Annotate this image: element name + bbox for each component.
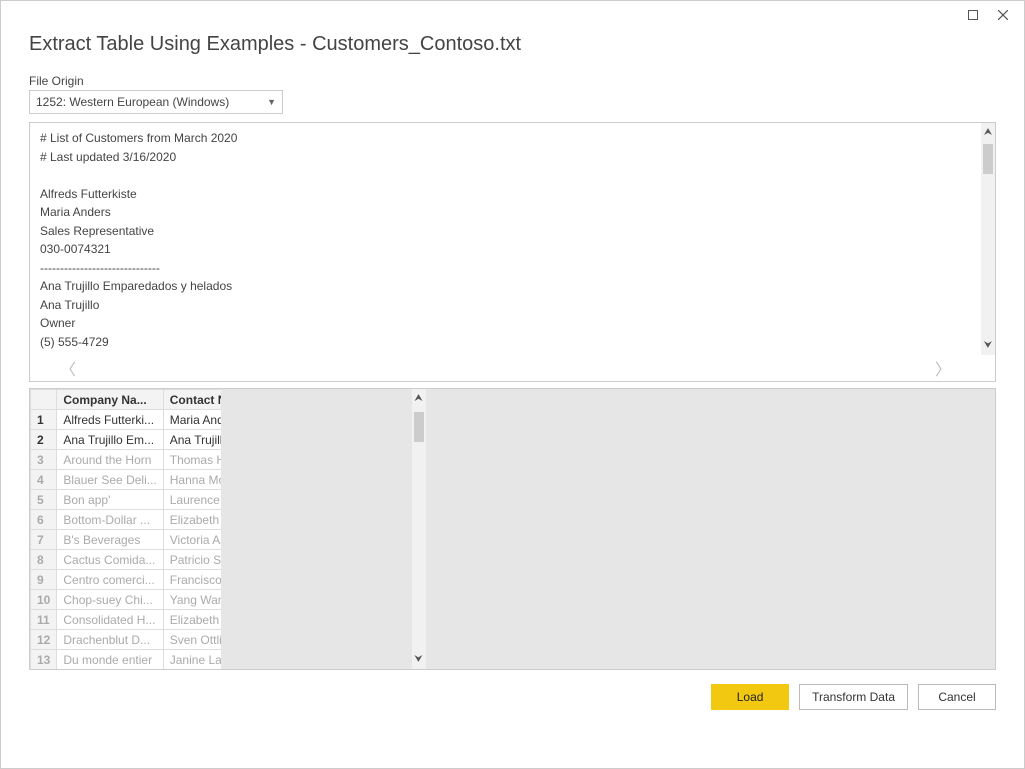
- file-origin-dropdown[interactable]: 1252: Western European (Windows) ▼: [29, 90, 283, 114]
- scroll-up-icon[interactable]: ⮝: [984, 123, 993, 142]
- file-origin-label: File Origin: [29, 74, 996, 88]
- company-cell[interactable]: Bon app': [57, 490, 163, 510]
- company-cell[interactable]: Around the Horn: [57, 450, 163, 470]
- close-icon[interactable]: [988, 4, 1018, 26]
- preview-horizontal-scrollbar[interactable]: 〈 〉: [30, 355, 981, 381]
- scroll-thumb[interactable]: [983, 144, 993, 174]
- scroll-up-icon[interactable]: ⮝: [414, 389, 423, 408]
- row-number-cell: 8: [31, 550, 57, 570]
- column-header-company[interactable]: Company Na...: [57, 390, 163, 410]
- contact-cell[interactable]: Patricio Simpson: [163, 550, 221, 570]
- row-number-cell: 13: [31, 650, 57, 670]
- row-number-header: [31, 390, 57, 410]
- table-row[interactable]: 11Consolidated H...Elizabeth BrownSales …: [31, 610, 221, 630]
- contact-cell[interactable]: Sven Ottlieb: [163, 630, 221, 650]
- table-row[interactable]: 9Centro comerci...Francisco Chang: [31, 570, 221, 590]
- table-row[interactable]: 6Bottom-Dollar ...Elizabeth Lincoln: [31, 510, 221, 530]
- contact-cell[interactable]: Ana Trujillo: [163, 430, 221, 450]
- load-button[interactable]: Load: [711, 684, 789, 710]
- company-cell[interactable]: Du monde entier: [57, 650, 163, 670]
- text-preview-content[interactable]: # List of Customers from March 2020 # La…: [30, 123, 995, 355]
- contact-cell[interactable]: Maria Anders: [163, 410, 221, 430]
- company-cell[interactable]: Blauer See Deli...: [57, 470, 163, 490]
- dialog-footer: Load Transform Data Cancel: [29, 670, 996, 710]
- contact-cell[interactable]: Francisco Chang: [163, 570, 221, 590]
- table-row[interactable]: 12Drachenblut D...Sven OttliebOrder Admi…: [31, 630, 221, 650]
- text-preview-pane: # List of Customers from March 2020 # La…: [29, 122, 996, 382]
- scroll-down-icon[interactable]: ⮟: [984, 336, 993, 355]
- scroll-left-icon[interactable]: 〈: [60, 356, 76, 380]
- contact-cell[interactable]: Hanna Moos: [163, 470, 221, 490]
- contact-cell[interactable]: Thomas Hardy: [163, 450, 221, 470]
- table-row[interactable]: 3Around the HornThomas Hardy: [31, 450, 221, 470]
- company-cell[interactable]: Bottom-Dollar ...: [57, 510, 163, 530]
- contact-cell[interactable]: Janine Labrune: [163, 650, 221, 670]
- company-cell[interactable]: Ana Trujillo Em...: [57, 430, 163, 450]
- row-number-cell: 2: [31, 430, 57, 450]
- dialog-title: Extract Table Using Examples - Customers…: [29, 33, 996, 56]
- row-number-cell: 4: [31, 470, 57, 490]
- table-row[interactable]: 1Alfreds Futterki...Maria AndersSales Re…: [31, 410, 221, 430]
- company-cell[interactable]: Centro comerci...: [57, 570, 163, 590]
- chevron-down-icon: ▼: [267, 97, 276, 107]
- table-row[interactable]: 5Bon app'Laurence Lebih...: [31, 490, 221, 510]
- row-number-cell: 5: [31, 490, 57, 510]
- transform-data-button[interactable]: Transform Data: [799, 684, 908, 710]
- contact-cell[interactable]: Elizabeth Brown: [163, 610, 221, 630]
- table-row[interactable]: 7B's BeveragesVictoria Ashwo...: [31, 530, 221, 550]
- example-table-pane: Company Na... Contact Name Contact Title…: [29, 388, 996, 670]
- row-number-cell: 1: [31, 410, 57, 430]
- maximize-icon[interactable]: [958, 4, 988, 26]
- company-cell[interactable]: Drachenblut D...: [57, 630, 163, 650]
- row-number-cell: 3: [31, 450, 57, 470]
- scroll-down-icon[interactable]: ⮟: [414, 650, 423, 669]
- row-number-cell: 12: [31, 630, 57, 650]
- company-cell[interactable]: Cactus Comida...: [57, 550, 163, 570]
- table-row[interactable]: 2Ana Trujillo Em...Ana TrujilloOw: [31, 430, 221, 450]
- scroll-thumb[interactable]: [414, 412, 424, 442]
- dialog-window: Extract Table Using Examples - Customers…: [0, 0, 1025, 769]
- example-table[interactable]: Company Na... Contact Name Contact Title…: [30, 389, 221, 669]
- table-header-row: Company Na... Contact Name Contact Title…: [31, 390, 221, 410]
- preview-vertical-scrollbar[interactable]: ⮝ ⮟: [981, 123, 995, 355]
- row-number-cell: 6: [31, 510, 57, 530]
- row-number-cell: 11: [31, 610, 57, 630]
- table-row[interactable]: 10Chop-suey Chi...Yang Wang: [31, 590, 221, 610]
- table-row[interactable]: 13Du monde entierJanine LabruneOwner: [31, 650, 221, 670]
- contact-cell[interactable]: Elizabeth Lincoln: [163, 510, 221, 530]
- row-number-cell: 7: [31, 530, 57, 550]
- table-row[interactable]: 8Cactus Comida...Patricio Simpson: [31, 550, 221, 570]
- titlebar: [1, 1, 1024, 29]
- row-number-cell: 10: [31, 590, 57, 610]
- column-header-contact[interactable]: Contact Name: [163, 390, 221, 410]
- cancel-button[interactable]: Cancel: [918, 684, 996, 710]
- company-cell[interactable]: Consolidated H...: [57, 610, 163, 630]
- contact-cell[interactable]: Yang Wang: [163, 590, 221, 610]
- scroll-right-icon[interactable]: 〉: [935, 356, 951, 380]
- table-row[interactable]: 4Blauer See Deli...Hanna Moos: [31, 470, 221, 490]
- contact-cell[interactable]: Laurence Lebih...: [163, 490, 221, 510]
- company-cell[interactable]: Chop-suey Chi...: [57, 590, 163, 610]
- file-origin-selected: 1252: Western European (Windows): [36, 95, 229, 109]
- contact-cell[interactable]: Victoria Ashwo...: [163, 530, 221, 550]
- company-cell[interactable]: Alfreds Futterki...: [57, 410, 163, 430]
- table-vertical-scrollbar[interactable]: ⮝ ⮟: [412, 389, 426, 669]
- company-cell[interactable]: B's Beverages: [57, 530, 163, 550]
- row-number-cell: 9: [31, 570, 57, 590]
- table-empty-area: [221, 389, 412, 669]
